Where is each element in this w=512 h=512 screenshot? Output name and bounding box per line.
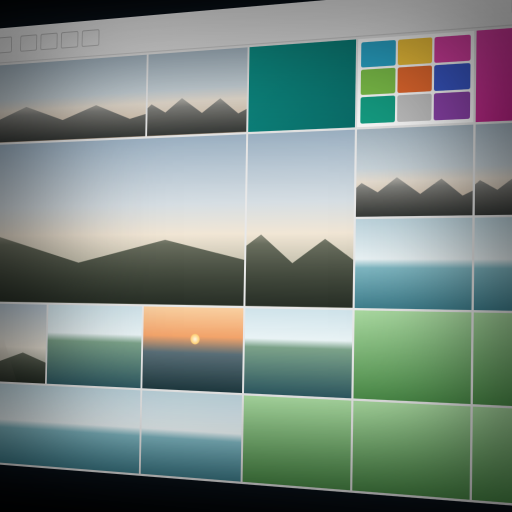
swatch[interactable] [397, 37, 432, 65]
toolbar-button[interactable] [40, 33, 57, 51]
image-thumbnail[interactable] [473, 216, 512, 312]
image-thumbnail[interactable] [472, 407, 512, 510]
app-window [0, 0, 512, 512]
image-thumbnail[interactable] [353, 401, 470, 499]
image-thumbnail[interactable] [248, 39, 356, 131]
image-thumbnail[interactable] [142, 306, 243, 393]
image-thumbnail[interactable] [47, 304, 142, 388]
toolbar-button[interactable] [0, 36, 12, 53]
image-thumbnail[interactable] [147, 47, 248, 136]
swatch[interactable] [361, 68, 395, 96]
swatch-grid [357, 31, 473, 127]
color-swatch-panel[interactable] [357, 31, 473, 127]
toolbar-button[interactable] [61, 31, 79, 49]
image-grid [0, 19, 512, 512]
toolbar-nav-group [0, 36, 12, 55]
swatch[interactable] [361, 96, 395, 123]
swatch[interactable] [397, 66, 432, 94]
image-thumbnail[interactable] [354, 310, 471, 404]
image-thumbnail[interactable] [472, 312, 512, 410]
swatch[interactable] [434, 92, 470, 120]
toolbar-view-group [20, 29, 99, 52]
image-thumbnail[interactable] [475, 22, 512, 122]
image-thumbnail[interactable] [474, 119, 512, 216]
swatch[interactable] [434, 63, 470, 91]
image-thumbnail[interactable] [245, 129, 355, 308]
toolbar-button[interactable] [82, 29, 100, 47]
image-thumbnail[interactable] [356, 124, 473, 217]
image-thumbnail[interactable] [0, 55, 146, 144]
toolbar-button[interactable] [20, 34, 37, 52]
image-thumbnail[interactable] [243, 396, 352, 490]
swatch[interactable] [434, 35, 470, 64]
image-thumbnail[interactable] [0, 134, 246, 306]
image-thumbnail[interactable] [0, 382, 140, 474]
swatch[interactable] [361, 40, 395, 68]
image-thumbnail[interactable] [0, 303, 47, 384]
image-thumbnail[interactable] [244, 308, 353, 399]
image-thumbnail[interactable] [355, 218, 472, 310]
swatch[interactable] [397, 94, 432, 122]
image-thumbnail[interactable] [140, 391, 242, 482]
